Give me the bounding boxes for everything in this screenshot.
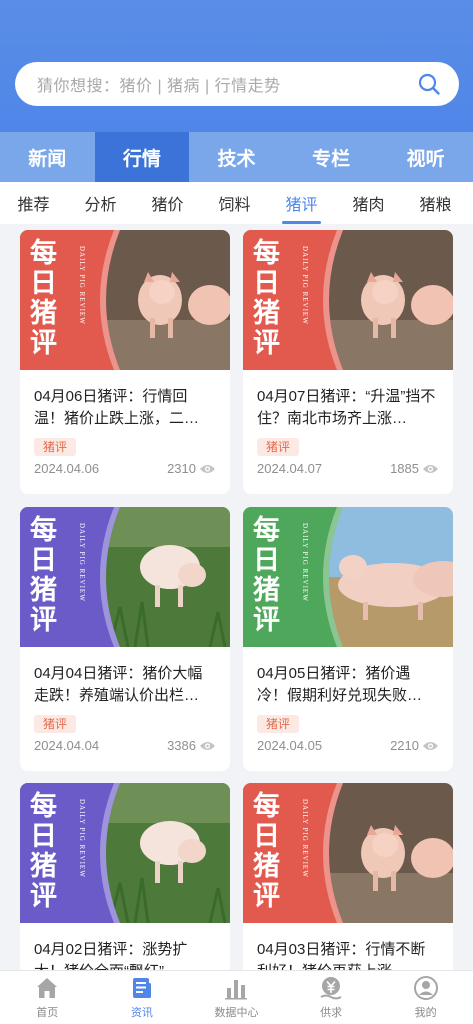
view-count: 3386 (167, 738, 216, 753)
profile-icon (413, 976, 438, 1000)
data-center-icon (225, 980, 248, 1000)
category-tag: 猪评 (34, 438, 77, 456)
search-icon[interactable] (417, 72, 441, 96)
daily-review-english: DAILY PIG REVIEW (78, 523, 86, 602)
article-card[interactable]: 每 日 猪 评 DAILY PIG REVIEW 04月05日猪评：猪价遇冷！假… (243, 507, 453, 771)
home-icon (37, 978, 58, 998)
subtab-pig-grain[interactable]: 猪粮 (402, 182, 469, 224)
article-title[interactable]: 04月04日猪评：猪价大幅走跌！养殖端认价出栏… (34, 663, 216, 707)
daily-review-label: 每 日 猪 评 (30, 791, 57, 911)
article-thumbnail[interactable]: 每 日 猪 评 DAILY PIG REVIEW (243, 507, 453, 647)
subtab-pig-review[interactable]: 猪评 (268, 182, 335, 224)
tab-column[interactable]: 专栏 (284, 132, 379, 182)
daily-review-english: DAILY PIG REVIEW (78, 246, 86, 325)
article-card[interactable]: 每 日 猪 评 DAILY PIG REVIEW 04月04日猪评：猪价大幅走跌… (20, 507, 230, 771)
article-thumbnail[interactable]: 每 日 猪 评 DAILY PIG REVIEW (243, 230, 453, 370)
publish-date: 2024.04.04 (34, 738, 100, 753)
publish-date: 2024.04.06 (34, 461, 100, 476)
subtab-pork[interactable]: 猪肉 (335, 182, 402, 224)
article-card[interactable]: 每 日 猪 评 DAILY PIG REVIEW 04月03日猪评：行情不断利好… (243, 783, 453, 970)
nav-profile[interactable]: 我的 (378, 971, 473, 1024)
publish-date: 2024.04.05 (257, 738, 323, 753)
daily-review-label: 每 日 猪 评 (253, 791, 280, 911)
subtab-recommend[interactable]: 推荐 (0, 182, 67, 224)
nav-home[interactable]: 首页 (0, 971, 95, 1024)
eye-icon (423, 741, 438, 750)
category-tag: 猪评 (257, 438, 300, 456)
daily-review-label: 每 日 猪 评 (30, 515, 57, 635)
tab-market[interactable]: 行情 (94, 132, 190, 188)
category-tag: 猪评 (257, 715, 300, 733)
daily-review-english: DAILY PIG REVIEW (301, 799, 309, 878)
subtab-analysis[interactable]: 分析 (67, 182, 134, 224)
article-thumbnail[interactable]: 每 日 猪 评 DAILY PIG REVIEW (20, 230, 230, 370)
article-card[interactable]: 每 日 猪 评 DAILY PIG REVIEW 04月07日猪评：“升温”挡不… (243, 230, 453, 494)
search-input[interactable]: 猜你想搜：猪价 | 猪病 | 行情走势 (37, 72, 417, 96)
nav-news[interactable]: 资讯 (95, 971, 190, 1024)
sub-tab-bar: 推荐 分析 猪价 饲料 猪评 猪肉 猪粮 (0, 182, 473, 224)
app-header: 猜你想搜：猪价 | 猪病 | 行情走势 (0, 0, 473, 132)
subtab-feed[interactable]: 饲料 (201, 182, 268, 224)
subtab-pig-price[interactable]: 猪价 (134, 182, 201, 224)
eye-icon (423, 464, 438, 473)
eye-icon (200, 741, 215, 750)
news-icon (132, 978, 151, 998)
tab-tech[interactable]: 技术 (189, 132, 284, 182)
daily-review-english: DAILY PIG REVIEW (301, 246, 309, 325)
eye-icon (200, 464, 215, 473)
category-tag: 猪评 (34, 715, 77, 733)
bottom-nav: 首页 资讯 数据中心 供求 我的 (0, 970, 473, 1024)
main-tab-bar: 新闻 行情 技术 专栏 视听 (0, 132, 473, 188)
article-thumbnail[interactable]: 每 日 猪 评 DAILY PIG REVIEW (20, 507, 230, 647)
daily-review-english: DAILY PIG REVIEW (78, 799, 86, 878)
daily-review-english: DAILY PIG REVIEW (301, 523, 309, 602)
view-count: 1885 (390, 461, 439, 476)
tab-video[interactable]: 视听 (378, 132, 473, 182)
view-count: 2310 (167, 461, 216, 476)
article-title[interactable]: 04月05日猪评：猪价遇冷！假期利好兑现失败… (257, 663, 439, 707)
nav-supply-demand[interactable]: 供求 (284, 971, 379, 1024)
article-grid: 每 日 猪 评 DAILY PIG REVIEW 04月06日猪评：行情回温！猪… (0, 230, 473, 970)
article-title[interactable]: 04月03日猪评：行情不断利好！猪价再获上涨… (257, 939, 439, 970)
daily-review-label: 每 日 猪 评 (253, 238, 280, 358)
article-title[interactable]: 04月02日猪评：涨势扩大！猪价全面“飘红”… (34, 939, 216, 970)
view-count: 2210 (390, 738, 439, 753)
article-thumbnail[interactable]: 每 日 猪 评 DAILY PIG REVIEW (20, 783, 230, 923)
daily-review-label: 每 日 猪 评 (30, 238, 57, 358)
article-thumbnail[interactable]: 每 日 猪 评 DAILY PIG REVIEW (243, 783, 453, 923)
article-title[interactable]: 04月06日猪评：行情回温！猪价止跌上涨，二… (34, 386, 216, 430)
search-bar[interactable]: 猜你想搜：猪价 | 猪病 | 行情走势 (15, 62, 459, 106)
nav-data-center[interactable]: 数据中心 (189, 971, 284, 1024)
article-card[interactable]: 每 日 猪 评 DAILY PIG REVIEW 04月06日猪评：行情回温！猪… (20, 230, 230, 494)
article-title[interactable]: 04月07日猪评：“升温”挡不住？南北市场齐上涨… (257, 386, 439, 430)
article-card[interactable]: 每 日 猪 评 DAILY PIG REVIEW 04月02日猪评：涨势扩大！猪… (20, 783, 230, 970)
supply-demand-icon (320, 977, 342, 1000)
publish-date: 2024.04.07 (257, 461, 323, 476)
daily-review-label: 每 日 猪 评 (253, 515, 280, 635)
tab-news[interactable]: 新闻 (0, 132, 95, 182)
